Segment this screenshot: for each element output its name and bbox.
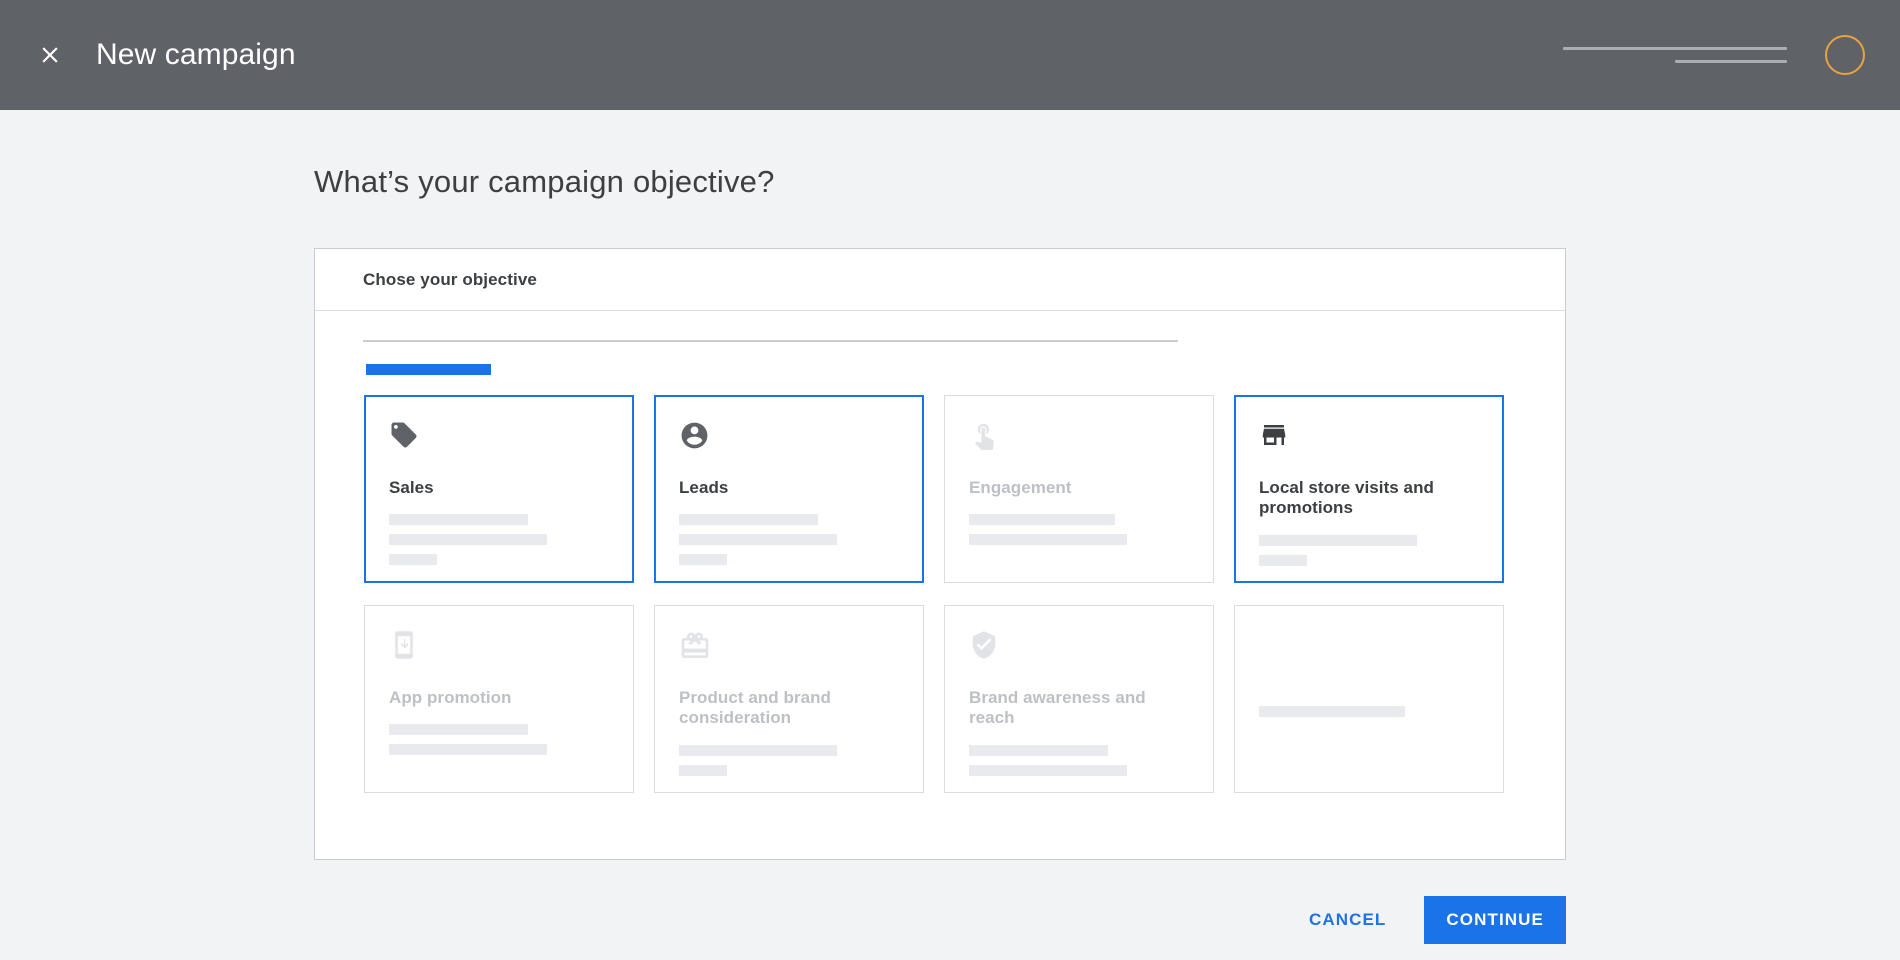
gift-card-icon bbox=[679, 630, 899, 674]
placeholder-line bbox=[679, 534, 837, 545]
objective-card-title: Leads bbox=[679, 478, 899, 498]
placeholder-line bbox=[389, 534, 547, 545]
objective-card-title: Brand awareness and reach bbox=[969, 688, 1189, 729]
app-bar-right-group bbox=[1563, 35, 1900, 75]
objective-card-description-placeholder bbox=[679, 745, 899, 776]
panel-header: Chose your objective bbox=[315, 249, 1565, 311]
app-download-icon bbox=[389, 630, 609, 674]
account-placeholder-lines bbox=[1563, 47, 1787, 63]
objective-card-description-placeholder bbox=[1259, 535, 1479, 566]
placeholder-line bbox=[969, 514, 1115, 525]
placeholder-line bbox=[969, 765, 1127, 776]
objective-card-title: Engagement bbox=[969, 478, 1189, 498]
placeholder-line bbox=[969, 534, 1127, 545]
tab-indicator[interactable] bbox=[366, 364, 491, 375]
touch-app-icon bbox=[969, 420, 1189, 464]
avatar[interactable] bbox=[1825, 35, 1865, 75]
account-placeholder-line bbox=[1675, 60, 1787, 63]
panel-header-title: Chose your objective bbox=[363, 270, 537, 290]
objective-card-sales[interactable]: Sales bbox=[364, 395, 634, 583]
footer-actions: CANCEL CONTINUE bbox=[1299, 896, 1566, 944]
app-bar-title: New campaign bbox=[96, 38, 296, 72]
placeholder-line bbox=[389, 554, 437, 565]
continue-button[interactable]: CONTINUE bbox=[1424, 896, 1566, 944]
account-placeholder-line bbox=[1563, 47, 1787, 50]
placeholder-rule bbox=[363, 340, 1178, 342]
objective-card-title: Local store visits and promotions bbox=[1259, 478, 1479, 519]
objective-card-description-placeholder bbox=[679, 514, 899, 565]
objective-card-description-placeholder bbox=[1259, 706, 1479, 717]
placeholder-line bbox=[679, 745, 837, 756]
objective-card-description-placeholder bbox=[389, 724, 609, 755]
placeholder-line bbox=[969, 745, 1108, 756]
placeholder-line bbox=[679, 514, 818, 525]
placeholder-line bbox=[1259, 706, 1405, 717]
page-content: What’s your campaign objective? Chose yo… bbox=[0, 110, 1900, 960]
objective-card-brand-awareness-reach[interactable]: Brand awareness and reach bbox=[944, 605, 1214, 793]
page-title: What’s your campaign objective? bbox=[314, 164, 775, 200]
account-circle-icon bbox=[679, 420, 899, 464]
close-icon bbox=[37, 42, 63, 68]
objective-card-title: Product and brand consideration bbox=[679, 688, 899, 729]
objective-card-leads[interactable]: Leads bbox=[654, 395, 924, 583]
placeholder-line bbox=[389, 744, 547, 755]
objective-card-description-placeholder bbox=[969, 745, 1189, 776]
placeholder-line bbox=[679, 765, 727, 776]
placeholder-line bbox=[679, 554, 727, 565]
objective-panel: Chose your objective Sales bbox=[314, 248, 1566, 860]
objective-card-local-store-visits[interactable]: Local store visits and promotions bbox=[1234, 395, 1504, 583]
placeholder-line bbox=[1259, 555, 1307, 566]
objective-card-description-placeholder bbox=[969, 514, 1189, 545]
shield-check-icon bbox=[969, 630, 1189, 674]
objective-card-app-promotion[interactable]: App promotion bbox=[364, 605, 634, 793]
objective-grid: Sales Leads bbox=[364, 395, 1504, 793]
storefront-icon bbox=[1259, 420, 1479, 464]
close-button[interactable] bbox=[28, 33, 72, 77]
placeholder-line bbox=[1259, 535, 1417, 546]
objective-card-blank[interactable] bbox=[1234, 605, 1504, 793]
objective-card-product-brand-consideration[interactable]: Product and brand consideration bbox=[654, 605, 924, 793]
tag-icon bbox=[389, 420, 609, 464]
placeholder-line bbox=[389, 724, 528, 735]
objective-card-title: App promotion bbox=[389, 688, 609, 708]
objective-card-title: Sales bbox=[389, 478, 609, 498]
footer: CANCEL CONTINUE bbox=[0, 878, 1900, 960]
objective-card-engagement[interactable]: Engagement bbox=[944, 395, 1214, 583]
cancel-button[interactable]: CANCEL bbox=[1299, 898, 1396, 942]
placeholder-line bbox=[389, 514, 528, 525]
app-bar: New campaign bbox=[0, 0, 1900, 110]
objective-card-description-placeholder bbox=[389, 514, 609, 565]
